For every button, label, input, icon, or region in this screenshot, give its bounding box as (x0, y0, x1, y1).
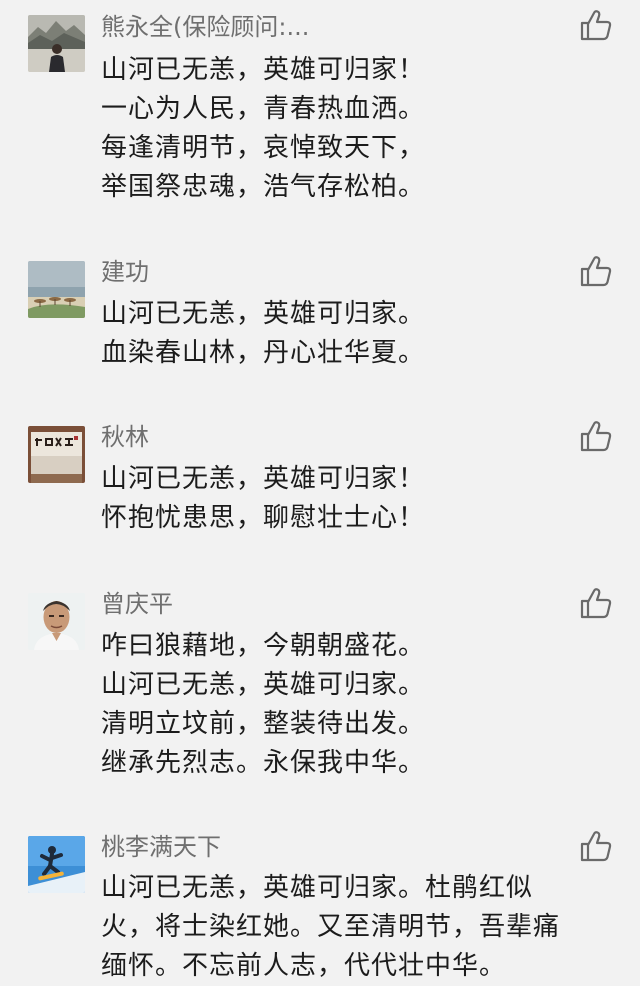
avatar[interactable] (28, 426, 85, 483)
commenter-name[interactable]: 熊永全(保险顾问:... (101, 12, 309, 42)
snowboarder-avatar (28, 836, 85, 893)
thumbs-up-icon (580, 588, 612, 619)
comment-line: 咋曰狼藉地，今朝朝盛花。 (101, 631, 426, 661)
thumbs-up-icon (580, 256, 612, 287)
comment-line: 怀抱忧患思，聊慰壮士心！ (101, 503, 426, 533)
like-button[interactable] (579, 587, 613, 619)
comment-line: 清明立坟前，整装待出发。 (101, 709, 426, 739)
commenter-name[interactable]: 建功 (101, 257, 149, 287)
commenter-name[interactable]: 秋林 (101, 422, 149, 452)
comment-body: 山河已无恙，英雄可归家。 血染春山林，丹心壮华夏。 (101, 295, 611, 373)
comment-line: 继承先烈志。永保我中华。 (101, 748, 426, 778)
comment-line: 山河已无恙，英雄可归家。杜鹃红似 (101, 873, 534, 903)
comment-line: 山河已无恙，英雄可归家。 (101, 299, 426, 329)
calligraphy-avatar (28, 426, 85, 483)
comment-line: 火，将士染红她。又至清明节，吾辈痛 (101, 912, 561, 942)
comment-line: 山河已无恙，英雄可归家！ (101, 464, 426, 494)
comment-line: 举国祭忠魂，浩气存松柏。 (101, 172, 426, 202)
comment-body: 山河已无恙，英雄可归家！ 一心为人民，青春热血洒。 每逢清明节，哀悼致天下， 举… (101, 51, 611, 207)
portrait-avatar (28, 593, 85, 650)
thumbs-up-icon (580, 421, 612, 452)
like-button[interactable] (579, 830, 613, 862)
avatar[interactable] (28, 836, 85, 893)
avatar[interactable] (28, 15, 85, 72)
commenter-name[interactable]: 桃李满天下 (101, 832, 221, 862)
comment-body: 山河已无恙，英雄可归家！ 怀抱忧患思，聊慰壮士心！ (101, 460, 611, 538)
avatar[interactable] (28, 261, 85, 318)
beach-photo-avatar (28, 261, 85, 318)
like-button[interactable] (579, 9, 613, 41)
comment-line: 山河已无恙，英雄可归家。 (101, 670, 426, 700)
comment-line: 山河已无恙，英雄可归家！ (101, 55, 426, 85)
comment-body: 山河已无恙，英雄可归家。杜鹃红似 火，将士染红她。又至清明节，吾辈痛 缅怀。不忘… (101, 869, 611, 986)
thumbs-up-icon (580, 831, 612, 862)
avatar[interactable] (28, 593, 85, 650)
landscape-painting-avatar (28, 15, 85, 72)
comment-line: 血染春山林，丹心壮华夏。 (101, 338, 426, 368)
thumbs-up-icon (580, 10, 612, 41)
comment-line: 缅怀。不忘前人志，代代壮中华。 (101, 951, 507, 981)
comment-line: 每逢清明节，哀悼致天下， (101, 133, 426, 163)
like-button[interactable] (579, 420, 613, 452)
comment-line: 一心为人民，青春热血洒。 (101, 94, 426, 124)
like-button[interactable] (579, 255, 613, 287)
commenter-name[interactable]: 曾庆平 (101, 589, 173, 619)
comment-body: 咋曰狼藉地，今朝朝盛花。 山河已无恙，英雄可归家。 清明立坟前，整装待出发。 继… (101, 627, 611, 783)
